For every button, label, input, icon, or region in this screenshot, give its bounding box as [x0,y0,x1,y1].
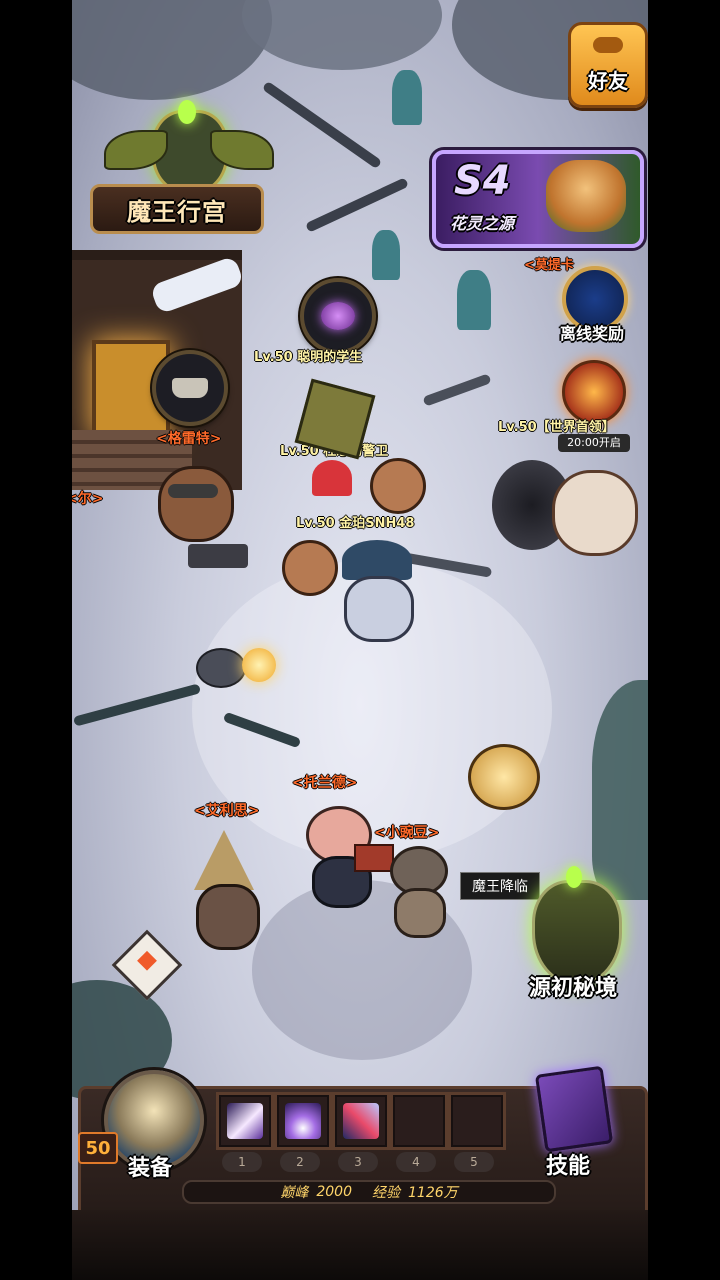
npc-body [394,888,446,938]
level-value: 50 [85,1137,111,1159]
flame-skull-icon [562,360,626,424]
toland-npc[interactable] [296,800,396,910]
event-banner[interactable]: S4 花灵之源 [432,150,644,248]
slot-number-1: 1 [222,1152,262,1172]
event-season: S4 [454,158,511,204]
arrow-volley-icon [343,1103,379,1139]
reindeer [370,458,426,514]
player-name-4: Lv.50【世界首领】 [498,420,615,435]
student-orb[interactable] [300,278,376,354]
friends-button[interactable]: 好友 [568,22,648,108]
palace-label-text: 魔王行宫 [127,197,227,226]
anvil-icon [172,378,208,398]
slot-number-2: 2 [280,1152,320,1172]
branch [261,80,383,170]
slot-number-3: 3 [338,1152,378,1172]
skill-slot-2[interactable] [274,1092,332,1150]
light-bolt-icon [227,1103,263,1139]
skill-slot-4[interactable] [390,1092,448,1150]
npc-name-blacksmith: <格雷特> [156,431,222,447]
branch [422,373,492,407]
skill-slot-3[interactable] [332,1092,390,1150]
witch-hat [194,830,254,890]
anvil [188,544,248,568]
green-flame-icon [566,866,582,888]
player-group[interactable] [262,378,432,642]
world-boss-button[interactable]: 20:00开启 [552,360,632,452]
elise-npc[interactable] [184,830,274,950]
wizard-body [344,576,414,642]
light-pillar-icon [285,1103,321,1139]
npc-name-left: <尔> [72,491,104,507]
friends-label: 好友 [588,69,628,93]
primal-realm-button[interactable]: 源初秘境 [508,860,638,1020]
exp-value: 1126万 [408,1185,458,1201]
elf-portrait [546,160,626,232]
npc-name-toland: <托兰德> [292,775,358,791]
plant [372,230,400,280]
golden-cube [294,378,376,460]
world-boss-character[interactable] [492,440,642,580]
npc-body [196,884,260,950]
marker-center [137,950,157,971]
skill-slot-5[interactable] [448,1092,506,1150]
slot-number-4: 4 [396,1152,436,1172]
player-name-1: Lv.50 聪明的学生 [254,350,363,365]
xiaowan-npc[interactable] [384,846,454,938]
purple-hand-icon [321,302,355,330]
cat-creature [196,648,246,688]
equip-button[interactable]: 装备 [90,1070,210,1190]
offline-reward-label: 离线奖励 [559,324,624,343]
wizard-hat [342,540,412,580]
blacksmith-npc[interactable] [138,456,248,576]
exp-text: 巅峰 2000 经验 1126万 [184,1182,554,1202]
event-subtitle: 花灵之源 [450,214,515,233]
cloud-icon [593,37,623,53]
game-scene[interactable]: 魔王行宫 好友 S4 花灵之源 离线奖励 20:00开启 <莫提卡 Lv.50 … [72,0,648,1280]
npc-name-partial: <莫提卡 [524,258,574,273]
reindeer [282,540,338,596]
glowing-orb[interactable] [242,648,276,682]
npc-goggles [168,484,218,498]
plant [457,270,491,330]
exp-bar: 巅峰 2000 经验 1126万 [182,1180,556,1204]
npc-name-elise: <艾利思> [194,803,260,819]
branch [305,177,409,233]
spellbook-icon [534,1065,614,1153]
skill-button[interactable]: 技能 [518,1062,628,1184]
blacksmith-orb[interactable] [152,350,228,426]
bottom-edge [72,1210,648,1280]
exp-label: 经验 [372,1185,400,1201]
skill-slot-1[interactable] [216,1092,274,1150]
green-flame-icon [178,100,196,124]
npc-body [158,466,234,542]
branch [72,683,202,727]
boss-face [552,470,638,556]
peak-value: 2000 [316,1184,352,1200]
plant [392,70,422,125]
tree-canopy [242,0,442,70]
slot-number-5: 5 [454,1152,494,1172]
palace-label[interactable]: 魔王行宫 [90,184,264,234]
level-badge: 50 [78,1132,118,1164]
golden-flower [468,744,540,810]
offline-reward[interactable]: 离线奖励 [542,260,642,350]
skill-label: 技能 [545,1154,590,1179]
primal-realm-label: 源初秘境 [528,976,617,1001]
santa-hat [312,460,352,496]
peak-label: 巅峰 [280,1185,309,1201]
